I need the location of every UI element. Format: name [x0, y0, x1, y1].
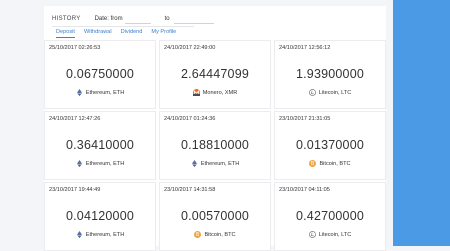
history-title: HISTORY [52, 16, 81, 22]
tab-withdrawal[interactable]: Withdrawal [84, 26, 112, 38]
deposit-card: 24/10/2017 12:56:12 1.93900000 Litecoin,… [274, 40, 386, 109]
deposit-amount: 0.42700000 [295, 209, 365, 223]
history-tabs: Deposit Withdrawal Dividend My Profile [56, 26, 176, 38]
coin-label: Ethereum, ETH [85, 89, 125, 96]
deposit-card: 24/10/2017 12:47:26 0.36410000 Ethereum,… [44, 111, 156, 180]
deposit-date: 23/10/2017 14:31:58 [164, 187, 216, 193]
deposit-coin: Monero, XMR [160, 89, 270, 96]
date-to-input[interactable] [173, 15, 214, 24]
deposit-coin: Ethereum, ETH [45, 160, 155, 167]
coin-label: Ethereum, ETH [85, 231, 125, 238]
deposit-date: 25/10/2017 02:26:53 [49, 45, 101, 51]
deposit-date: 23/10/2017 21:31:05 [279, 116, 331, 122]
deposit-amount: 0.06750000 [65, 67, 135, 81]
deposit-date: 23/10/2017 04:11:05 [279, 187, 330, 193]
deposit-amount: 0.18810000 [180, 138, 250, 152]
coin-label: Ethereum, ETH [85, 160, 125, 167]
deposit-coin: Litecoin, LTC [275, 231, 385, 238]
deposit-date: 24/10/2017 12:47:26 [49, 116, 101, 122]
deposit-card: 23/10/2017 14:31:58 0.00570000 B Bitcoin… [159, 182, 271, 251]
history-panel: HISTORY Date: from to Deposit Withdrawal… [44, 6, 386, 251]
ethereum-icon [76, 89, 83, 96]
tab-dividend[interactable]: Dividend [121, 26, 143, 38]
history-toolbar: HISTORY Date: from to [52, 12, 214, 26]
deposit-card: 23/10/2017 19:44:49 0.04120000 Ethereum,… [44, 182, 156, 251]
deposit-card: 23/10/2017 04:11:05 0.42700000 Litecoin,… [274, 182, 386, 251]
deposit-amount: 0.04120000 [65, 209, 135, 223]
deposit-grid: 25/10/2017 02:26:53 0.06750000 Ethereum,… [44, 40, 386, 251]
bitcoin-icon: B [194, 231, 202, 238]
ethereum-icon [191, 160, 198, 167]
deposit-coin: Ethereum, ETH [45, 231, 155, 238]
deposit-card: 23/10/2017 21:31:05 0.01370000 B Bitcoin… [274, 111, 386, 180]
coin-label: Bitcoin, BTC [319, 160, 351, 167]
coin-label: Litecoin, LTC [318, 231, 352, 238]
deposit-coin: Ethereum, ETH [45, 89, 155, 96]
deposit-coin: Ethereum, ETH [160, 160, 270, 167]
deposit-date: 24/10/2017 01:24:36 [164, 116, 216, 122]
deposit-amount: 1.93900000 [295, 67, 365, 81]
deposit-amount: 2.64447099 [180, 67, 250, 81]
litecoin-icon [308, 231, 316, 238]
tab-my-profile[interactable]: My Profile [151, 26, 176, 38]
deposit-coin: B Bitcoin, BTC [160, 231, 270, 238]
litecoin-icon [308, 89, 316, 96]
deposit-amount: 0.00570000 [180, 209, 250, 223]
deposit-amount: 0.01370000 [295, 138, 365, 152]
ethereum-icon [76, 160, 83, 167]
deposit-date: 24/10/2017 22:49:00 [164, 45, 216, 51]
ethereum-icon [76, 231, 83, 238]
monero-icon [192, 89, 200, 96]
tab-deposit[interactable]: Deposit [56, 26, 75, 38]
coin-label: Litecoin, LTC [318, 89, 352, 96]
deposit-card: 24/10/2017 22:49:00 2.64447099 Monero, X… [159, 40, 271, 109]
coin-label: Ethereum, ETH [200, 160, 240, 167]
coin-label: Bitcoin, BTC [204, 231, 236, 238]
date-to-label: to [164, 16, 170, 22]
date-from-input[interactable] [124, 15, 151, 24]
right-sidebar [393, 0, 450, 246]
deposit-coin: B Bitcoin, BTC [275, 160, 385, 167]
deposit-amount: 0.36410000 [65, 138, 135, 152]
date-from-label: Date: from [94, 16, 123, 22]
deposit-card: 24/10/2017 01:24:36 0.18810000 Ethereum,… [159, 111, 271, 180]
deposit-date: 23/10/2017 19:44:49 [49, 187, 101, 193]
deposit-card: 25/10/2017 02:26:53 0.06750000 Ethereum,… [44, 40, 156, 109]
deposit-coin: Litecoin, LTC [275, 89, 385, 96]
deposit-date: 24/10/2017 12:56:12 [279, 45, 331, 51]
bitcoin-icon: B [309, 160, 317, 167]
coin-label: Monero, XMR [202, 89, 238, 96]
